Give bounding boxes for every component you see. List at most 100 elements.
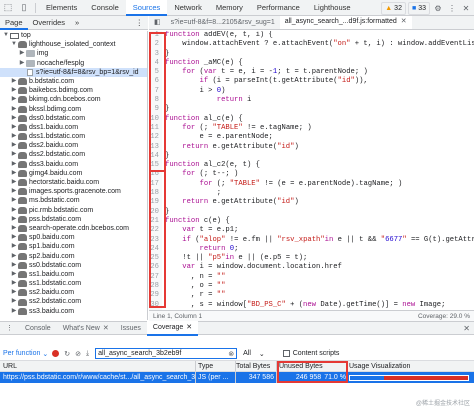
collapsed-arrow-icon[interactable]: ▶ — [10, 169, 18, 178]
code-line[interactable]: 8 return i — [149, 96, 474, 106]
code-line[interactable]: 18 ; — [149, 189, 474, 199]
line-number[interactable]: 21 — [149, 216, 162, 227]
collapsed-arrow-icon[interactable]: ▶ — [10, 215, 18, 224]
code-line[interactable]: 21 function c(e) { — [149, 216, 474, 227]
line-number[interactable]: 15 — [149, 161, 162, 171]
tree-item[interactable]: ▶ dss1.baidu.com — [0, 123, 147, 132]
collapsed-arrow-icon[interactable]: ▶ — [10, 187, 18, 196]
line-number[interactable]: 17 — [149, 179, 162, 190]
tree-item[interactable]: ▶ dss1.bdstatic.com — [0, 132, 147, 141]
navigator-menu-icon[interactable]: ⋮ — [131, 16, 149, 30]
reload-icon[interactable]: ↻ — [64, 350, 70, 358]
tree-item[interactable]: ▶ ss2.baidu.com — [0, 288, 147, 297]
line-number[interactable]: 24 — [149, 244, 162, 255]
content-scripts-toggle[interactable]: Content scripts — [282, 350, 339, 357]
code-line[interactable]: 13 return e.getAttribute("id") — [149, 142, 474, 152]
code-line[interactable]: 11 for (; "TABLE" != e.tagName; ) — [149, 123, 474, 134]
code-line[interactable]: 29 , r = "" — [149, 291, 474, 301]
tree-item[interactable]: ▶ pic.rmb.bdstatic.com — [0, 206, 147, 215]
tree-item[interactable]: ▶ dss2.baidu.com — [0, 141, 147, 150]
tab-drawer-console[interactable]: Console — [19, 322, 57, 335]
tab-lighthouse[interactable]: Lighthouse — [307, 0, 358, 16]
toggle-navigator-icon[interactable]: ◧ — [149, 16, 166, 29]
code-line[interactable]: 24 return 0; — [149, 244, 474, 255]
tree-item[interactable]: ▶ bkimg.cdn.bcebos.com — [0, 95, 147, 104]
line-number[interactable]: 5 — [149, 68, 162, 78]
navigator-more-icon[interactable]: » — [70, 16, 84, 30]
collapsed-arrow-icon[interactable]: ▶ — [10, 132, 18, 141]
tree-item[interactable]: ▶ gimg4.baidu.com — [0, 169, 147, 178]
line-number[interactable]: 9 — [149, 105, 162, 115]
line-number[interactable]: 13 — [149, 142, 162, 152]
collapsed-arrow-icon[interactable]: ▶ — [10, 123, 18, 132]
line-number[interactable]: 22 — [149, 226, 162, 236]
collapsed-arrow-icon[interactable]: ▶ — [10, 150, 18, 159]
tree-item[interactable]: ▶ ss1.baidu.com — [0, 270, 147, 279]
line-number[interactable]: 20 — [149, 207, 162, 217]
line-number[interactable]: 8 — [149, 96, 162, 106]
column-header-url[interactable]: URL — [0, 361, 196, 371]
code-line[interactable]: 16 for (; t--; ) — [149, 170, 474, 180]
tab-performance[interactable]: Performance — [250, 0, 307, 16]
code-line[interactable]: 12 e = e.parentNode; — [149, 133, 474, 143]
collapsed-arrow-icon[interactable]: ▶ — [10, 178, 18, 187]
close-tab-icon[interactable]: ✕ — [401, 16, 407, 29]
line-number[interactable]: 11 — [149, 123, 162, 134]
editor-tab-document[interactable]: s?ie=utf-8&f=8...2105&rsv_sug=1 — [166, 16, 280, 29]
column-header-total-bytes[interactable]: Total Bytes — [236, 361, 277, 371]
line-number[interactable]: 28 — [149, 282, 162, 292]
collapsed-arrow-icon[interactable]: ▶ — [10, 95, 18, 104]
column-header-unused-bytes[interactable]: Unused Bytes — [277, 361, 347, 371]
tree-item[interactable]: ▶ dss3.baidu.com — [0, 160, 147, 169]
tree-item[interactable]: ▶ pss.bdstatic.com — [0, 215, 147, 224]
tab-console[interactable]: Console — [84, 0, 126, 16]
device-toggle-icon[interactable]: ▯ — [16, 0, 32, 16]
line-number[interactable]: 23 — [149, 235, 162, 245]
code-line[interactable]: 10 function al_c(e) { — [149, 114, 474, 124]
code-line[interactable]: 3} — [149, 49, 474, 59]
tree-item[interactable]: ▶ hectorstatic.baidu.com — [0, 178, 147, 187]
editor-tab-script[interactable]: all_async_search_...d9f.js:formatted ✕ — [279, 16, 412, 29]
code-line[interactable]: 19 return e.getAttribute("id") — [149, 198, 474, 208]
collapsed-arrow-icon[interactable]: ▶ — [10, 270, 18, 279]
tree-item[interactable]: ▶ baikebcs.bdimg.com — [0, 86, 147, 95]
collapsed-arrow-icon[interactable]: ▶ — [10, 206, 18, 215]
tree-item[interactable]: ▶ ms.bdstatic.com — [0, 196, 147, 205]
column-header-type[interactable]: Type — [196, 361, 236, 371]
tree-item[interactable]: ▶ img — [0, 49, 147, 58]
close-tab-icon[interactable]: ✕ — [103, 322, 109, 335]
line-number[interactable]: 16 — [149, 170, 162, 180]
close-tab-icon[interactable]: ✕ — [186, 321, 192, 334]
tab-page[interactable]: Page — [0, 16, 28, 30]
line-number[interactable]: 29 — [149, 291, 162, 301]
tab-issues[interactable]: Issues — [115, 322, 147, 335]
line-number[interactable]: 2 — [149, 40, 162, 50]
tab-sources[interactable]: Sources — [125, 0, 168, 16]
more-options-icon[interactable]: ⋮ — [446, 4, 458, 13]
code-line[interactable]: 9} — [149, 105, 474, 115]
collapsed-arrow-icon[interactable]: ▶ — [10, 86, 18, 95]
errors-badge[interactable]: ■ 33 — [407, 1, 430, 15]
column-header-usage-visualization[interactable]: Usage Visualization — [347, 361, 474, 371]
collapsed-arrow-icon[interactable]: ▶ — [10, 261, 18, 270]
line-number[interactable]: 25 — [149, 254, 162, 264]
collapsed-arrow-icon[interactable]: ▶ — [10, 307, 18, 316]
code-line[interactable]: 28 , o = "" — [149, 282, 474, 292]
code-line[interactable]: 26 var i = window.document.location.href — [149, 263, 474, 273]
code-line[interactable]: 15 function al_c2(e, t) { — [149, 161, 474, 171]
line-number[interactable]: 27 — [149, 272, 162, 283]
collapsed-arrow-icon[interactable]: ▶ — [18, 49, 26, 58]
code-line[interactable]: 23 if ("alop" != e.fm || "rsv_xpath"in e… — [149, 235, 474, 245]
tree-item[interactable]: ▶ sp1.baidu.com — [0, 242, 147, 251]
code-line[interactable]: 25 !t || "p5"in e || (e.p5 = t); — [149, 254, 474, 264]
tab-memory[interactable]: Memory — [209, 0, 250, 16]
tree-item[interactable]: ▶ images.sports.gracenote.com — [0, 187, 147, 196]
code-line[interactable]: 2 window.attachEvent ? e.attachEvent("on… — [149, 40, 474, 50]
clear-icon[interactable]: ⊘ — [75, 350, 81, 358]
tree-item[interactable]: ▶ search-operate.cdn.bcebos.com — [0, 224, 147, 233]
collapsed-arrow-icon[interactable]: ▶ — [10, 196, 18, 205]
tree-item[interactable]: s?ie=utf-8&f=8&rsv_bp=1&rsv_id — [0, 67, 147, 77]
record-icon[interactable] — [52, 350, 60, 357]
tree-item[interactable]: ▶ sp2.baidu.com — [0, 252, 147, 261]
content-scripts-checkbox[interactable] — [282, 350, 290, 357]
